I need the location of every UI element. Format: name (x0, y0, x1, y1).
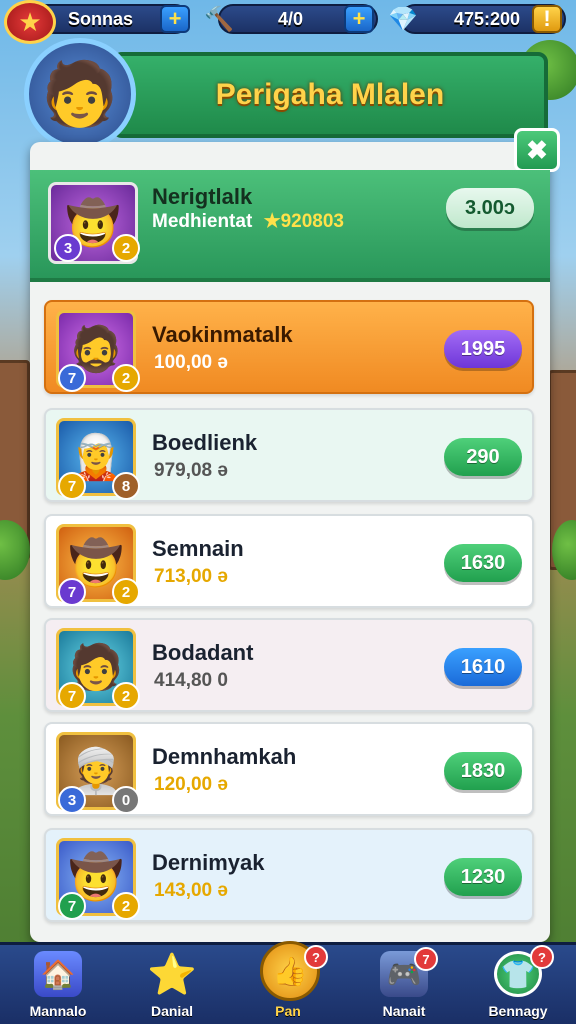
nav-label: Bennagy (488, 1003, 548, 1019)
row-level-badge: 7 (58, 682, 86, 710)
my-points-pill[interactable]: 3.00ɔ (446, 188, 534, 228)
star-icon: ⭐ (147, 952, 197, 997)
row-rank-badge: 2 (112, 682, 140, 710)
my-name: Nerigtlalk (152, 184, 253, 209)
my-subtitle-text: Medhientat (152, 211, 253, 232)
notification-badge: ? (304, 945, 328, 969)
nav-label: Danial (150, 1003, 193, 1019)
my-rank-badge: 2 (112, 234, 140, 262)
row-points-pill[interactable]: 290 (444, 438, 522, 476)
row-level-badge: 7 (58, 364, 86, 392)
energy-value: 4/0 (278, 8, 304, 29)
nav-item-pan[interactable]: 👍 ? Pan (238, 941, 338, 1024)
leaderboard-row[interactable]: 🧝 7 8 Boedlienk 979,08 ə 290 (44, 408, 534, 502)
notification-badge: 7 (414, 947, 438, 971)
row-rank-badge: 8 (112, 472, 140, 500)
add-coins-button[interactable]: ! (532, 5, 562, 33)
add-energy-button[interactable]: + (344, 5, 374, 33)
row-name: Semnain (152, 536, 244, 561)
row-level-badge: 7 (58, 892, 86, 920)
row-points-pill[interactable]: 1230 (444, 858, 522, 896)
row-level-badge: 7 (58, 578, 86, 606)
leaderboard-row[interactable]: 👳 3 0 Demnhamkah 120,00 ə 1830 (44, 722, 534, 816)
my-subtitle: Medhientat ★920803 (152, 210, 344, 233)
player-avatar[interactable]: 🧑 (24, 38, 136, 150)
row-score: 100,00 ə (154, 352, 228, 373)
row-rank-badge: 2 (112, 578, 140, 606)
leaderboard-row[interactable]: 🧑 7 2 Bodadant 414,80 0 1610 (44, 618, 534, 712)
row-points-pill[interactable]: 1830 (444, 752, 522, 790)
leaderboard-row[interactable]: 🤠 7 2 Dernimyak 143,00 ə 1230 (44, 828, 534, 922)
row-rank-badge: 2 (112, 364, 140, 392)
row-score: 120,00 ə (154, 774, 228, 795)
gem-icon: 💎 (388, 5, 418, 33)
row-name: Bodadant (152, 640, 254, 665)
hammer-icon: 🔨 (204, 5, 234, 33)
row-rank-badge: 0 (112, 786, 140, 814)
player-rank-star-icon[interactable]: ★ (4, 0, 56, 44)
my-score: ★920803 (263, 211, 344, 232)
row-score: 979,08 ə (154, 460, 228, 481)
row-rank-badge: 2 (112, 892, 140, 920)
nav-item-danial[interactable]: ⭐ Danial (122, 945, 222, 1024)
row-name: Vaokinmatalk (152, 322, 293, 347)
top-resource-bar: Sonnas ★ + 4/0 🔨 + 475:200 💎 ! (0, 0, 576, 44)
leaderboard-header: Perigaha Mlalen (112, 52, 548, 138)
row-name: Boedlienk (152, 430, 258, 455)
add-player-button[interactable]: + (160, 5, 190, 33)
nav-item-home[interactable]: 🏠 Mannalo (8, 945, 108, 1024)
leaderboard-row[interactable]: 🧔 7 2 Vaokinmatalk 100,00 ə 1995 (44, 300, 534, 394)
nav-item-bennagy[interactable]: 👕 ? Bennagy (468, 945, 568, 1024)
row-points-pill[interactable]: 1610 (444, 648, 522, 686)
row-score: 713,00 ə (154, 566, 228, 587)
coins-value: 475:200 (454, 8, 521, 29)
row-name: Demnhamkah (152, 744, 297, 769)
row-score: 143,00 ə (154, 880, 228, 901)
notification-badge: ? (530, 945, 554, 969)
home-icon: 🏠 (34, 951, 82, 997)
nav-label: Nanait (382, 1003, 426, 1019)
my-entry-row[interactable]: 🤠 3 2 Nerigtlalk Medhientat ★920803 3.00… (30, 170, 550, 282)
row-level-badge: 3 (58, 786, 86, 814)
leaderboard-row[interactable]: 🤠 7 2 Semnain 713,00 ə 1630 (44, 514, 534, 608)
my-level-badge: 3 (54, 234, 82, 262)
leaderboard-title: Perigaha Mlalen (215, 78, 445, 111)
row-score: 414,80 0 (154, 670, 228, 691)
nav-item-nanait[interactable]: 🎮 7 Nanait (354, 945, 454, 1024)
nav-label: Mannalo (29, 1003, 87, 1019)
close-button[interactable]: ✖ (514, 128, 560, 172)
nav-label: Pan (275, 1003, 301, 1019)
player-name: Sonnas (68, 8, 134, 29)
bottom-navigation: 🏠 Mannalo ⭐ Danial 👍 ? Pan 🎮 7 Nanait 👕 … (0, 941, 576, 1024)
row-name: Dernimyak (152, 850, 265, 875)
row-points-pill[interactable]: 1630 (444, 544, 522, 582)
row-level-badge: 7 (58, 472, 86, 500)
row-points-pill[interactable]: 1995 (444, 330, 522, 368)
